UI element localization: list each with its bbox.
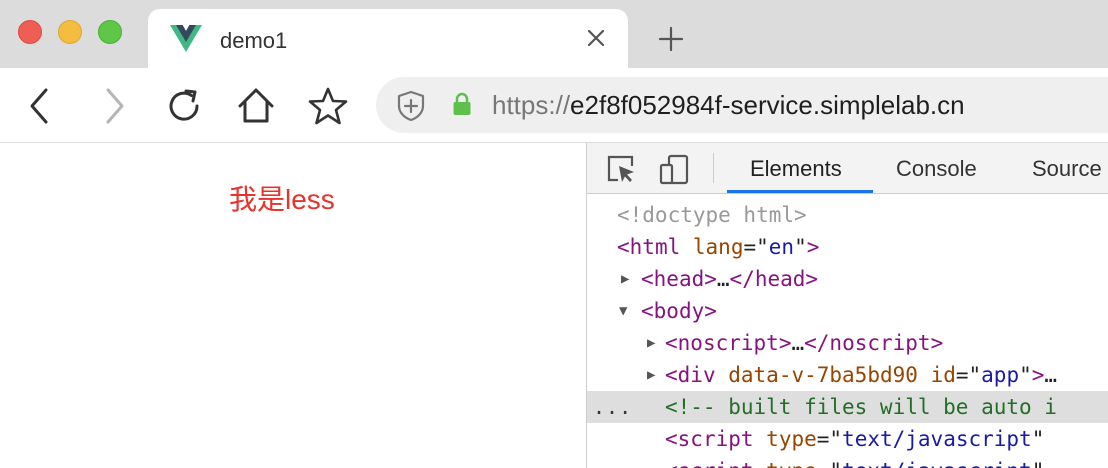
bookmark-star-icon[interactable] <box>308 86 348 126</box>
tab-demo1[interactable]: demo1 <box>148 9 628 68</box>
more-options-dots-icon[interactable]: ... <box>593 391 632 423</box>
tab-title: demo1 <box>220 28 288 53</box>
devtools-tabbar: Elements Console Source <box>587 143 1108 194</box>
new-tab-plus-icon[interactable] <box>656 24 686 54</box>
browser-toolbar: https://e2f8f052984f-service.simplelab.c… <box>0 68 1108 143</box>
address-bar[interactable]: https://e2f8f052984f-service.simplelab.c… <box>376 77 1108 133</box>
maximize-window-button[interactable] <box>98 20 122 44</box>
dom-node-html[interactable]: <html lang="en"> <box>587 231 1108 263</box>
dom-node-script-2[interactable]: <script type="text/javascript" <box>587 455 1108 468</box>
dom-node-head[interactable]: ▶ <head>…</head> <box>587 263 1108 295</box>
dom-node-comment-selected[interactable]: ... <!-- built files will be auto i <box>587 391 1108 423</box>
dom-node-div-app[interactable]: ▶ <div data-v-7ba5bd90 id="app">… <box>587 359 1108 391</box>
shield-icon[interactable] <box>396 90 426 122</box>
dom-node-doctype[interactable]: <!doctype html> <box>587 199 1108 231</box>
tab-elements[interactable]: Elements <box>750 156 842 182</box>
device-toolbar-icon[interactable] <box>659 153 691 185</box>
reload-icon[interactable] <box>164 86 204 126</box>
collapse-triangle-icon[interactable]: ▼ <box>619 295 627 327</box>
expand-triangle-icon[interactable]: ▶ <box>647 359 655 391</box>
tab-console[interactable]: Console <box>896 156 977 182</box>
expand-triangle-icon[interactable]: ▶ <box>647 327 655 359</box>
page-text: 我是less <box>229 184 335 215</box>
dom-node-body[interactable]: ▼ <body> <box>587 295 1108 327</box>
dom-node-script[interactable]: <script type="text/javascript" <box>587 423 1108 455</box>
url-scheme: https:// <box>492 90 571 120</box>
home-icon[interactable] <box>236 86 276 126</box>
devtools-separator <box>713 153 714 183</box>
minimize-window-button[interactable] <box>58 20 82 44</box>
close-window-button[interactable] <box>18 20 42 44</box>
forward-arrow-icon[interactable] <box>94 86 134 126</box>
back-arrow-icon[interactable] <box>20 86 60 126</box>
url-host: e2f8f052984f-service.simplelab.cn <box>570 90 965 120</box>
dom-tree: <!doctype html> <html lang="en"> ▶ <head… <box>587 199 1108 468</box>
active-tab-indicator <box>727 190 873 193</box>
vue-logo-icon <box>170 25 202 52</box>
page-viewport: 我是less <box>0 143 586 468</box>
expand-triangle-icon[interactable]: ▶ <box>621 263 629 295</box>
url-text[interactable]: https://e2f8f052984f-service.simplelab.c… <box>492 90 965 121</box>
devtools-panel: Elements Console Source <!doctype html> … <box>586 143 1108 468</box>
tab-strip: demo1 <box>0 0 1108 68</box>
tab-sources[interactable]: Source <box>1032 156 1102 182</box>
lock-icon[interactable] <box>452 92 472 116</box>
close-icon[interactable] <box>582 24 610 52</box>
dom-node-noscript[interactable]: ▶ <noscript>…</noscript> <box>587 327 1108 359</box>
inspect-element-icon[interactable] <box>605 153 637 185</box>
